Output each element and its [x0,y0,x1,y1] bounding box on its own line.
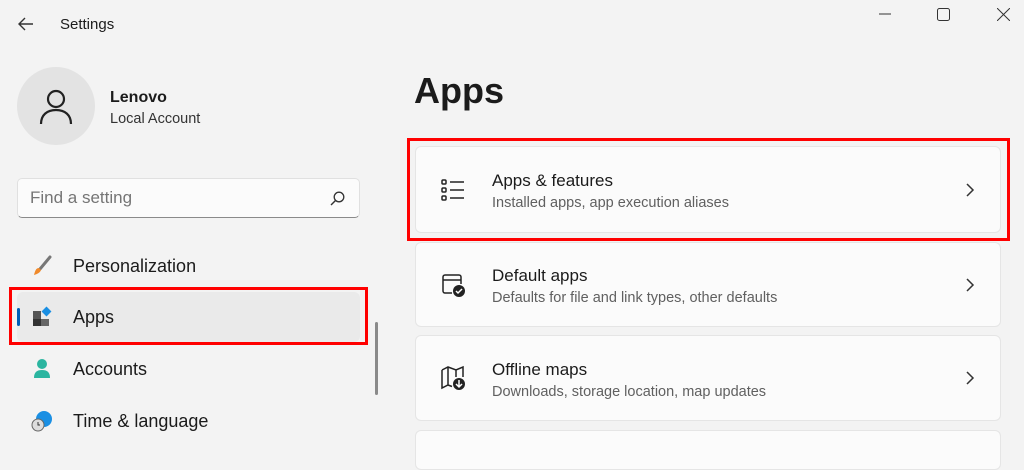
default-apps-card[interactable]: Default apps Defaults for file and link … [415,242,1001,327]
card-subtitle: Installed apps, app execution aliases [492,195,729,211]
account-name: Lenovo [110,89,167,106]
person-icon [34,359,50,378]
selection-indicator [17,308,20,326]
search-box[interactable] [17,178,360,218]
apps-icon [33,306,52,326]
globe-clock-icon [31,411,52,432]
brush-icon [34,255,52,275]
back-button[interactable] [14,12,38,36]
sidebar-item-personalization[interactable]: Personalization [17,241,360,291]
minimize-icon [879,13,891,15]
sidebar-item-label: Time & language [73,410,209,431]
account-type: Local Account [110,111,201,127]
map-download-icon [441,365,465,390]
chevron-right-icon [966,182,975,197]
card-subtitle: Defaults for file and link types, other … [492,290,778,306]
card-title: Offline maps [492,360,588,379]
close-button[interactable] [983,2,1023,26]
back-arrow-icon [18,17,33,31]
page-title: Apps [414,70,504,111]
minimize-button[interactable] [865,2,905,26]
sidebar-item-label: Personalization [73,255,197,276]
card-subtitle: Downloads, storage location, map updates [492,384,767,400]
maximize-icon [936,7,950,21]
list-icon [441,178,464,201]
maximize-button[interactable] [923,2,963,26]
close-icon [996,7,1010,21]
chevron-right-icon [966,371,975,385]
default-apps-icon [442,273,465,297]
avatar[interactable] [17,67,95,145]
card-title: Apps & features [492,171,613,190]
sidebar-item-apps[interactable]: Apps [17,292,360,342]
search-input[interactable] [30,187,310,209]
apps-features-card[interactable]: Apps & features Installed apps, app exec… [415,146,1001,233]
person-icon [39,89,73,125]
sidebar-item-label: Accounts [73,358,148,379]
sidebar-item-time-language[interactable]: Time & language [17,396,360,446]
sidebar-item-label: Apps [73,306,115,327]
offline-maps-card[interactable]: Offline maps Downloads, storage location… [415,335,1001,421]
chevron-right-icon [966,277,975,292]
next-card[interactable] [415,430,1001,470]
scrollbar[interactable] [375,322,378,395]
sidebar-item-accounts[interactable]: Accounts [17,344,360,394]
search-icon[interactable] [330,191,345,206]
card-title: Default apps [492,266,588,285]
window-title: Settings [60,16,115,33]
